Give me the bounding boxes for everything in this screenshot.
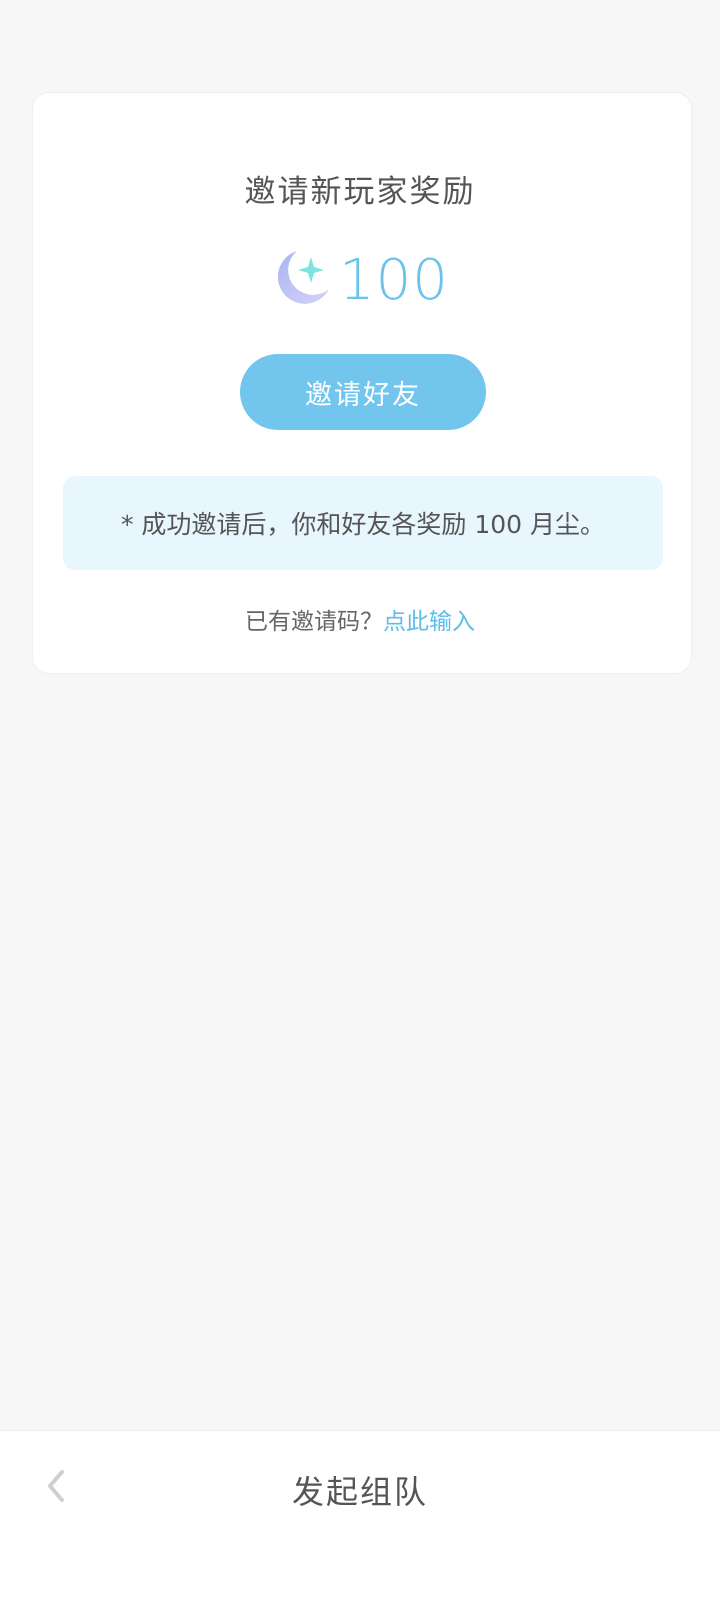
invite-code-line: 已有邀请码？点此输入 <box>0 602 720 636</box>
enter-code-link[interactable]: 点此输入 <box>383 609 475 635</box>
bottom-bar: 发起组队 <box>0 1430 720 1601</box>
moon-star-icon <box>271 247 333 313</box>
bottom-bar-title: 发起组队 <box>291 1473 428 1511</box>
reward-row: 100 <box>0 247 720 313</box>
reward-notice: * 成功邀请后，你和好友各奖励 100 月尘。 <box>63 476 663 570</box>
invite-code-prompt: 已有邀请码？ <box>245 609 383 635</box>
reward-amount: 100 <box>339 247 449 313</box>
reward-notice-text: * 成功邀请后，你和好友各奖励 100 月尘。 <box>120 510 606 539</box>
card-title: 邀请新玩家奖励 <box>244 174 476 210</box>
invite-friends-button[interactable]: 邀请好友 <box>240 354 486 430</box>
